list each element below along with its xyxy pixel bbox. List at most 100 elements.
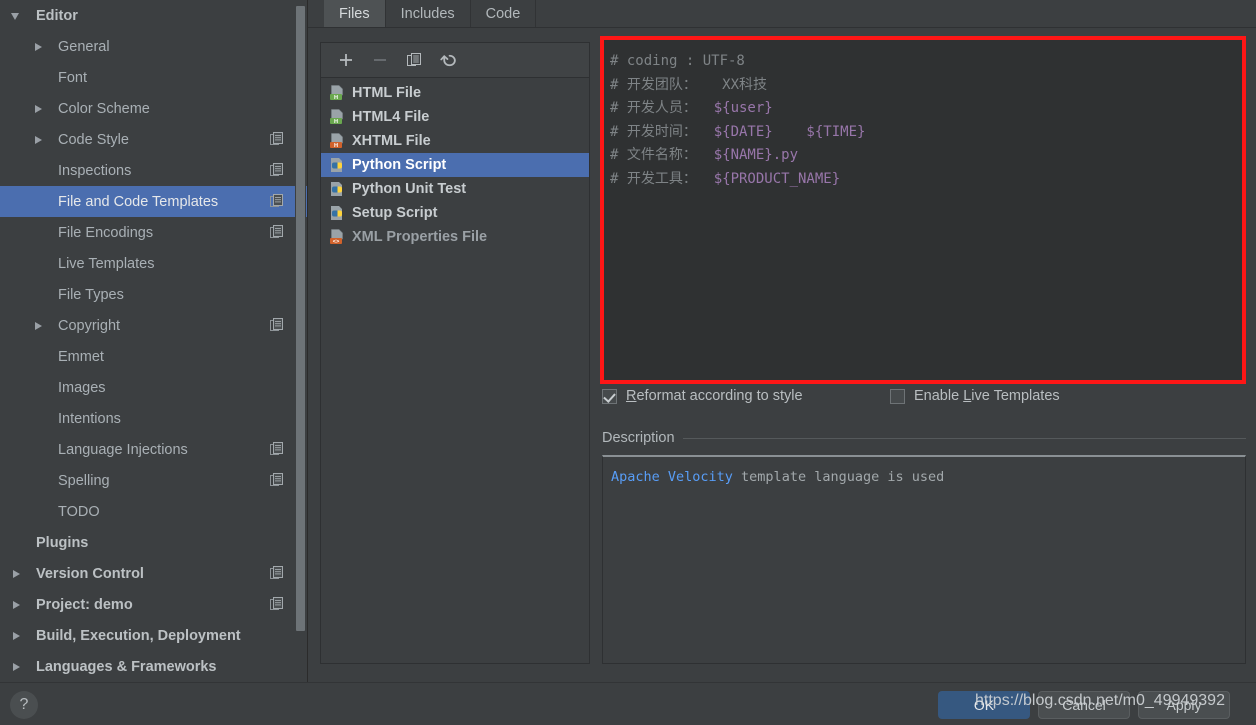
python-file-icon bbox=[329, 205, 345, 221]
copy-settings-icon[interactable] bbox=[270, 318, 284, 332]
template-tabbar[interactable]: Files Includes Code bbox=[308, 0, 1256, 28]
settings-tree[interactable]: Editor General Font Color Scheme Code Style I… bbox=[0, 0, 308, 682]
copy-settings-icon[interactable] bbox=[270, 163, 284, 177]
copy-settings-icon[interactable] bbox=[270, 566, 284, 580]
apache-velocity-link[interactable]: Apache Velocity bbox=[611, 469, 733, 485]
sidebar-item-label: Intentions bbox=[58, 410, 121, 427]
sidebar-item-file-types[interactable]: File Types bbox=[0, 279, 308, 310]
sidebar-item-images[interactable]: Images bbox=[0, 372, 308, 403]
sidebar-item-version-control[interactable]: Version Control bbox=[0, 558, 308, 589]
template-list-toolbar[interactable] bbox=[321, 43, 589, 78]
sidebar-scrollbar-thumb[interactable] bbox=[296, 6, 305, 631]
template-list-item[interactable]: H XHTML File bbox=[321, 129, 589, 153]
chevron-right-icon[interactable] bbox=[10, 629, 24, 643]
template-list-item-label: HTML4 File bbox=[352, 109, 430, 125]
sidebar-item-live-templates[interactable]: Live Templates bbox=[0, 248, 308, 279]
tab-files[interactable]: Files bbox=[324, 0, 386, 27]
copy-settings-icon[interactable] bbox=[270, 473, 284, 487]
tab-includes[interactable]: Includes bbox=[385, 0, 471, 27]
template-list-item-label: Python Unit Test bbox=[352, 181, 467, 197]
copy-settings-icon[interactable] bbox=[270, 597, 284, 611]
ok-button[interactable]: OK bbox=[938, 691, 1030, 719]
template-list-item[interactable]: H HTML File bbox=[321, 81, 589, 105]
sidebar-item-label: Project: demo bbox=[36, 596, 133, 613]
sidebar-item-intentions[interactable]: Intentions bbox=[0, 403, 308, 434]
template-list-item[interactable]: Python Script bbox=[321, 153, 589, 177]
reformat-label-text: eformat according to style bbox=[636, 388, 803, 404]
chevron-right-icon[interactable] bbox=[32, 40, 46, 54]
red-highlight-annotation bbox=[600, 36, 1246, 384]
sidebar-item-plugins[interactable]: Plugins bbox=[0, 527, 308, 558]
reformat-label: Reformat according to style bbox=[626, 388, 803, 404]
chevron-right-icon[interactable] bbox=[32, 133, 46, 147]
sidebar-item-file-encodings[interactable]: File Encodings bbox=[0, 217, 308, 248]
tab-code[interactable]: Code bbox=[470, 0, 537, 27]
sidebar-item-label: Code Style bbox=[58, 131, 129, 148]
chevron-down-icon[interactable] bbox=[10, 9, 24, 23]
template-list-item[interactable]: <> XML Properties File bbox=[321, 225, 589, 249]
live-templates-checkbox[interactable] bbox=[890, 388, 905, 404]
template-editor-wrap: # coding : UTF-8 # 开发团队： XX科技 # 开发人员： ${us… bbox=[600, 36, 1246, 384]
sidebar-item-build-execution-deployment[interactable]: Build, Execution, Deployment bbox=[0, 620, 308, 651]
sidebar-item-label: File and Code Templates bbox=[58, 193, 219, 210]
sidebar-item-label: Editor bbox=[36, 7, 78, 24]
template-list[interactable]: H HTML File H HTML4 File H XHTML File Python S… bbox=[321, 79, 589, 663]
reformat-checkbox[interactable] bbox=[602, 388, 617, 404]
sidebar-item-copyright[interactable]: Copyright bbox=[0, 310, 308, 341]
chevron-right-icon[interactable] bbox=[10, 598, 24, 612]
reset-icon[interactable] bbox=[433, 47, 463, 73]
sidebar-item-label: Live Templates bbox=[58, 255, 155, 272]
template-list-item-label: XHTML File bbox=[352, 133, 431, 149]
copy-settings-icon[interactable] bbox=[270, 132, 284, 146]
settings-dialog: Editor General Font Color Scheme Code Style I… bbox=[0, 0, 1256, 725]
python-file-icon bbox=[329, 157, 345, 173]
sidebar-item-label: File Types bbox=[58, 286, 124, 303]
chevron-right-icon[interactable] bbox=[10, 660, 24, 674]
svg-text:H: H bbox=[334, 95, 338, 101]
cancel-button[interactable]: Cancel bbox=[1038, 691, 1130, 719]
sidebar-item-label: Font bbox=[58, 69, 88, 86]
sidebar-item-inspections[interactable]: Inspections bbox=[0, 155, 308, 186]
html-file-icon: H bbox=[329, 85, 345, 101]
description-label: Description bbox=[602, 430, 675, 446]
sidebar-item-languages-frameworks[interactable]: Languages & Frameworks bbox=[0, 651, 308, 682]
sidebar-item-label: Build, Execution, Deployment bbox=[36, 627, 241, 644]
apply-button[interactable]: Apply bbox=[1138, 691, 1230, 719]
template-list-item[interactable]: H HTML4 File bbox=[321, 105, 589, 129]
copy-icon[interactable] bbox=[399, 47, 429, 73]
live-templates-checkbox-group[interactable]: Enable Live Templates bbox=[890, 388, 1060, 404]
copy-settings-icon[interactable] bbox=[270, 225, 284, 239]
reformat-mnemonic: R bbox=[626, 388, 637, 404]
svg-text:H: H bbox=[334, 119, 338, 125]
sidebar-item-editor[interactable]: Editor bbox=[0, 0, 308, 31]
sidebar-item-language-injections[interactable]: Language Injections bbox=[0, 434, 308, 465]
sidebar-item-file-and-code-templates[interactable]: File and Code Templates bbox=[0, 186, 308, 217]
sidebar-item-project-demo[interactable]: Project: demo bbox=[0, 589, 308, 620]
copy-settings-icon[interactable] bbox=[270, 442, 284, 456]
svg-text:<>: <> bbox=[333, 239, 340, 245]
sidebar-item-spelling[interactable]: Spelling bbox=[0, 465, 308, 496]
template-list-item[interactable]: Setup Script bbox=[321, 201, 589, 225]
chevron-right-icon[interactable] bbox=[32, 102, 46, 116]
sidebar-item-emmet[interactable]: Emmet bbox=[0, 341, 308, 372]
sidebar-item-todo[interactable]: TODO bbox=[0, 496, 308, 527]
add-icon[interactable] bbox=[331, 47, 361, 73]
template-list-panel[interactable]: H HTML File H HTML4 File H XHTML File Python S… bbox=[320, 42, 590, 664]
sidebar-item-code-style[interactable]: Code Style bbox=[0, 124, 308, 155]
sidebar-item-color-scheme[interactable]: Color Scheme bbox=[0, 93, 308, 124]
description-panel[interactable]: Apache Velocity template language is use… bbox=[602, 455, 1246, 664]
reformat-checkbox-group[interactable]: Reformat according to style bbox=[602, 388, 803, 404]
sidebar-item-font[interactable]: Font bbox=[0, 62, 308, 93]
chevron-right-icon[interactable] bbox=[32, 319, 46, 333]
copy-settings-icon[interactable] bbox=[270, 194, 284, 208]
template-list-item[interactable]: Python Unit Test bbox=[321, 177, 589, 201]
help-button[interactable]: ? bbox=[10, 691, 38, 719]
chevron-right-icon[interactable] bbox=[10, 567, 24, 581]
sidebar-item-general[interactable]: General bbox=[0, 31, 308, 62]
